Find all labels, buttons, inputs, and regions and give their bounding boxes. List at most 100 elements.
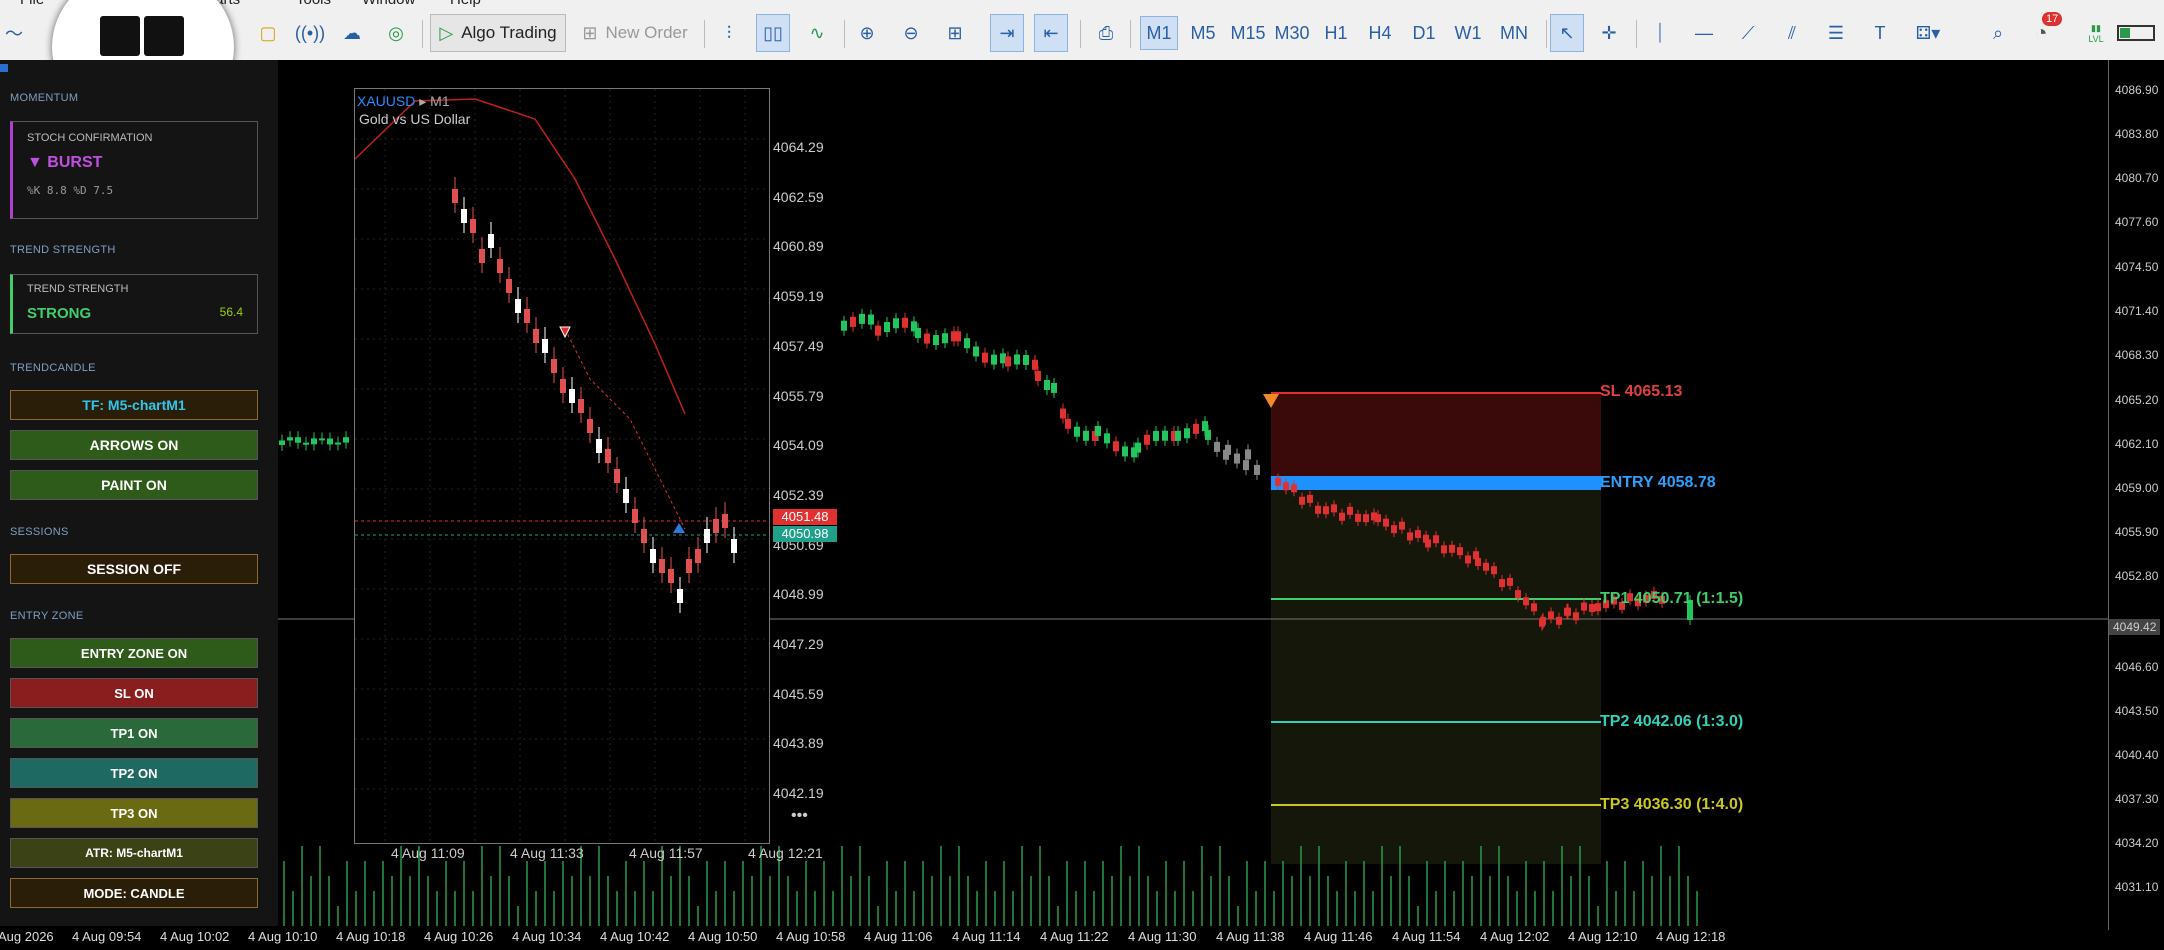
price-axis-label: 4055.90 — [2115, 525, 2159, 539]
subchart-candle — [524, 309, 530, 323]
search-icon[interactable]: ⌕ — [1984, 14, 2012, 52]
price-axis-label: 4059.00 — [2115, 481, 2159, 495]
time-axis-label: 4 Aug 12:10 — [1568, 929, 1638, 944]
session-button[interactable]: SESSION OFF — [10, 554, 258, 584]
shapes-icon[interactable]: ⚃▾ — [1906, 14, 1950, 52]
line-chart-icon[interactable]: 〜 — [2, 14, 26, 52]
sl-button[interactable]: SL ON — [10, 678, 258, 708]
text-icon[interactable]: T — [1866, 14, 1894, 52]
entry-zone-button[interactable]: ENTRY ZONE ON — [10, 638, 258, 668]
crosshair-icon[interactable]: ✛ — [1594, 14, 1624, 52]
tf-m5[interactable]: M5 — [1184, 16, 1222, 50]
subchart-candle — [686, 559, 692, 573]
subchart-candle — [695, 549, 701, 563]
tf-w1[interactable]: W1 — [1450, 16, 1486, 50]
cloud-icon[interactable]: ☁ — [338, 14, 366, 52]
trend-card: TREND STRENGTH STRONG 56.4 — [10, 274, 258, 334]
candle-body — [1331, 504, 1337, 513]
subchart-candle — [488, 234, 494, 248]
tf-h1[interactable]: H1 — [1318, 16, 1354, 50]
signal-icon[interactable]: ((•)) — [295, 14, 325, 52]
candle-body — [1441, 545, 1447, 554]
tf-m1[interactable]: M1 — [1140, 16, 1178, 50]
bag-icon[interactable]: ▢ — [254, 14, 282, 52]
candle-body — [875, 325, 881, 336]
tf-h4[interactable]: H4 — [1362, 16, 1398, 50]
tf-m15[interactable]: M15 — [1226, 16, 1270, 50]
arrows-button[interactable]: ARROWS ON — [10, 430, 258, 460]
candle-body — [1113, 441, 1119, 452]
time-axis-label: 4 Aug 11:14 — [952, 929, 1021, 944]
candle-body — [1035, 370, 1041, 381]
subchart-candle — [713, 519, 719, 533]
subchart-price-label: 4045.59 — [773, 685, 824, 702]
cursor-icon[interactable]: ↖ — [1550, 14, 1584, 52]
time-axis-label: 4 Aug 11:54 — [1392, 929, 1461, 944]
price-axis[interactable]: 4086.90 4083.80 4080.70 4077.60 4074.50 4071.… — [2108, 60, 2164, 930]
candle-body — [1205, 429, 1211, 440]
mode-button[interactable]: MODE: CANDLE — [10, 878, 258, 908]
menu-window[interactable]: Window — [362, 0, 415, 8]
vertical-line-icon[interactable]: ⏐ — [1646, 14, 1674, 52]
subchart-description: Gold vs US Dollar — [359, 111, 471, 127]
line-icon[interactable]: ∿ — [802, 14, 832, 52]
panel-toggle-icon[interactable] — [0, 64, 8, 72]
algo-trading-button[interactable]: ▷ Algo Trading — [430, 14, 566, 52]
tf-m30[interactable]: M30 — [1270, 16, 1314, 50]
atr-button[interactable]: ATR: M5-chartM1 — [10, 838, 258, 868]
bar-chart-icon[interactable]: ⫶ — [714, 14, 744, 52]
candle-body — [1065, 418, 1071, 429]
fibonacci-icon[interactable]: ☰ — [1822, 14, 1850, 52]
autoscroll-icon[interactable]: ⇥ — [990, 14, 1024, 52]
subchart-candle — [722, 514, 728, 528]
menu-file[interactable]: File — [20, 0, 44, 8]
screenshot-icon[interactable]: ⎙ — [1090, 14, 1122, 52]
tp1-button[interactable]: TP1 ON — [10, 718, 258, 748]
paint-button[interactable]: PAINT ON — [10, 470, 258, 500]
subchart-candle — [461, 209, 467, 223]
menu-help[interactable]: Help — [450, 0, 481, 8]
subchart-candle — [641, 529, 647, 543]
tf-button[interactable]: TF: M5-chartM1 — [10, 390, 258, 420]
candle-body — [1523, 597, 1529, 606]
trendline-icon[interactable]: ⟋ — [1734, 14, 1762, 52]
subchart-price-label: 4048.99 — [773, 586, 824, 603]
battery-fill — [2120, 28, 2130, 38]
candle-body — [1005, 356, 1011, 367]
grid-icon[interactable]: ⊞ — [940, 14, 970, 52]
play-icon: ▷ — [439, 22, 454, 43]
candle-body — [1540, 616, 1546, 625]
channel-icon[interactable]: ⫽ — [1778, 14, 1806, 52]
tp3-button[interactable]: TP3 ON — [10, 798, 258, 828]
signal-level-icon: ▮▮ LVL — [2084, 14, 2108, 52]
candle-body — [991, 354, 997, 365]
subchart-candle — [578, 399, 584, 413]
horizontal-line-icon[interactable]: — — [1690, 14, 1718, 52]
more-icon[interactable]: ••• — [791, 807, 808, 825]
zoom-out-icon[interactable]: ⊖ — [896, 14, 926, 52]
tp2-button[interactable]: TP2 ON — [10, 758, 258, 788]
tf-d1[interactable]: D1 — [1406, 16, 1442, 50]
subchart-price-label: 4054.09 — [773, 437, 824, 454]
notifications-icon[interactable]: ◔ 17 — [2026, 12, 2063, 52]
candle-body — [955, 331, 961, 342]
tf-mn[interactable]: MN — [1494, 16, 1534, 50]
candlestick-icon[interactable]: ▯▯ — [756, 14, 790, 52]
subchart-time-label: 4 Aug 12:21 — [748, 845, 823, 861]
candle-body — [1457, 547, 1463, 556]
candle-body — [1014, 354, 1020, 365]
candle-body — [1044, 379, 1050, 390]
market-icon[interactable]: ◎ — [382, 14, 410, 52]
candle-body — [1202, 421, 1208, 432]
price-axis-label: 4049.42 — [2109, 619, 2161, 635]
new-order-button[interactable]: ⊞ New Order — [578, 14, 692, 52]
time-axis[interactable]: Aug 2026 4 Aug 09:54 4 Aug 10:02 4 Aug 10:1… — [0, 926, 2108, 950]
new-order-label: New Order — [605, 23, 688, 42]
candle-body — [1375, 514, 1381, 523]
chart-shift-icon[interactable]: ⇤ — [1034, 14, 1068, 52]
menu-tools[interactable]: Tools — [296, 0, 331, 8]
candle-body — [1234, 453, 1240, 464]
subchart-window[interactable]: XAUUSD ▸ M1 Gold vs US Dollar 4064.29 406… — [354, 88, 837, 861]
zoom-in-icon[interactable]: ⊕ — [852, 14, 882, 52]
candle-body — [1193, 423, 1199, 434]
